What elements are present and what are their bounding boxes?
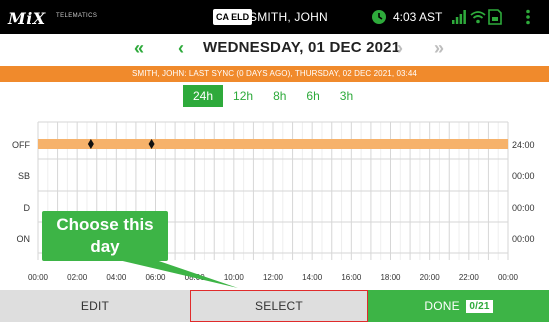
- row-total-sb: 00:00: [512, 171, 535, 181]
- clock-time: 4:03 AST: [393, 10, 443, 24]
- row-label-sb: SB: [18, 171, 30, 181]
- next-day-button[interactable]: ›: [397, 38, 403, 58]
- last-sync-banner: SMITH, JOHN: LAST SYNC (0 DAYS AGO), THU…: [0, 66, 549, 82]
- zoom-tab-8h[interactable]: 8h: [263, 85, 296, 107]
- done-label: DONE: [424, 299, 460, 313]
- mix-logo: MiX: [8, 9, 46, 28]
- clock-icon: [371, 9, 387, 30]
- last-day-button[interactable]: »: [434, 38, 444, 58]
- zoom-tab-3h[interactable]: 3h: [330, 85, 363, 107]
- select-button[interactable]: SELECT: [190, 290, 368, 322]
- x-tick-label: 20:00: [420, 273, 441, 282]
- selected-date-title: WEDNESDAY, 01 DEC 2021: [203, 39, 401, 56]
- signal-icon: [452, 10, 466, 29]
- zoom-tab-24h[interactable]: 24h: [183, 85, 224, 107]
- duty-segment-off[interactable]: [38, 139, 508, 149]
- x-tick-label: 04:00: [106, 273, 127, 282]
- choose-day-callout: Choose this day: [42, 211, 168, 261]
- duty-status-log-chart[interactable]: OFF 24:00 SB 00:00 D 00:00 ON 00:00 00:00 02:00 04…: [0, 110, 549, 290]
- x-tick-label: 00:00: [498, 273, 519, 282]
- zoom-tab-6h[interactable]: 6h: [296, 85, 329, 107]
- row-total-d: 00:00: [512, 203, 535, 213]
- driver-name[interactable]: SMITH, JOHN: [249, 10, 328, 24]
- done-count-badge: 0/21: [466, 300, 493, 313]
- eld-badge: CA ELD: [213, 9, 253, 25]
- eld-log-screen: MiX TELEMATICS CA ELD SMITH, JOHN 4:03 A…: [0, 0, 549, 322]
- x-tick-label: 16:00: [341, 273, 362, 282]
- x-tick-label: 22:00: [459, 273, 480, 282]
- edit-button[interactable]: EDIT: [0, 290, 190, 322]
- x-tick-label: 06:00: [145, 273, 166, 282]
- x-tick-label: 14:00: [302, 273, 323, 282]
- x-tick-label: 18:00: [380, 273, 401, 282]
- bottom-action-bar: EDIT SELECT DONE 0/21: [0, 290, 549, 322]
- x-tick-label: 00:00: [28, 273, 49, 282]
- logo-subtitle: TELEMATICS: [56, 13, 98, 19]
- overflow-menu-icon[interactable]: [525, 9, 531, 30]
- row-label-off: OFF: [12, 140, 30, 150]
- done-button[interactable]: DONE 0/21: [368, 290, 549, 322]
- x-tick-label: 02:00: [67, 273, 88, 282]
- row-total-off: 24:00: [512, 140, 535, 150]
- x-tick-label: 08:00: [185, 273, 206, 282]
- row-total-on: 00:00: [512, 234, 535, 244]
- date-navigation: « ‹ WEDNESDAY, 01 DEC 2021 › »: [0, 34, 549, 64]
- wifi-icon: [470, 9, 486, 30]
- sim-icon: [488, 9, 502, 30]
- zoom-tab-12h[interactable]: 12h: [223, 85, 263, 107]
- status-bar: MiX TELEMATICS CA ELD SMITH, JOHN 4:03 A…: [0, 0, 549, 34]
- row-label-d: D: [24, 203, 31, 213]
- zoom-tabs: 24h 12h 8h 6h 3h: [183, 85, 363, 107]
- x-tick-label: 10:00: [224, 273, 245, 282]
- x-tick-label: 12:00: [263, 273, 284, 282]
- first-day-button[interactable]: «: [134, 38, 144, 58]
- previous-day-button[interactable]: ‹: [178, 38, 184, 58]
- row-label-on: ON: [17, 234, 31, 244]
